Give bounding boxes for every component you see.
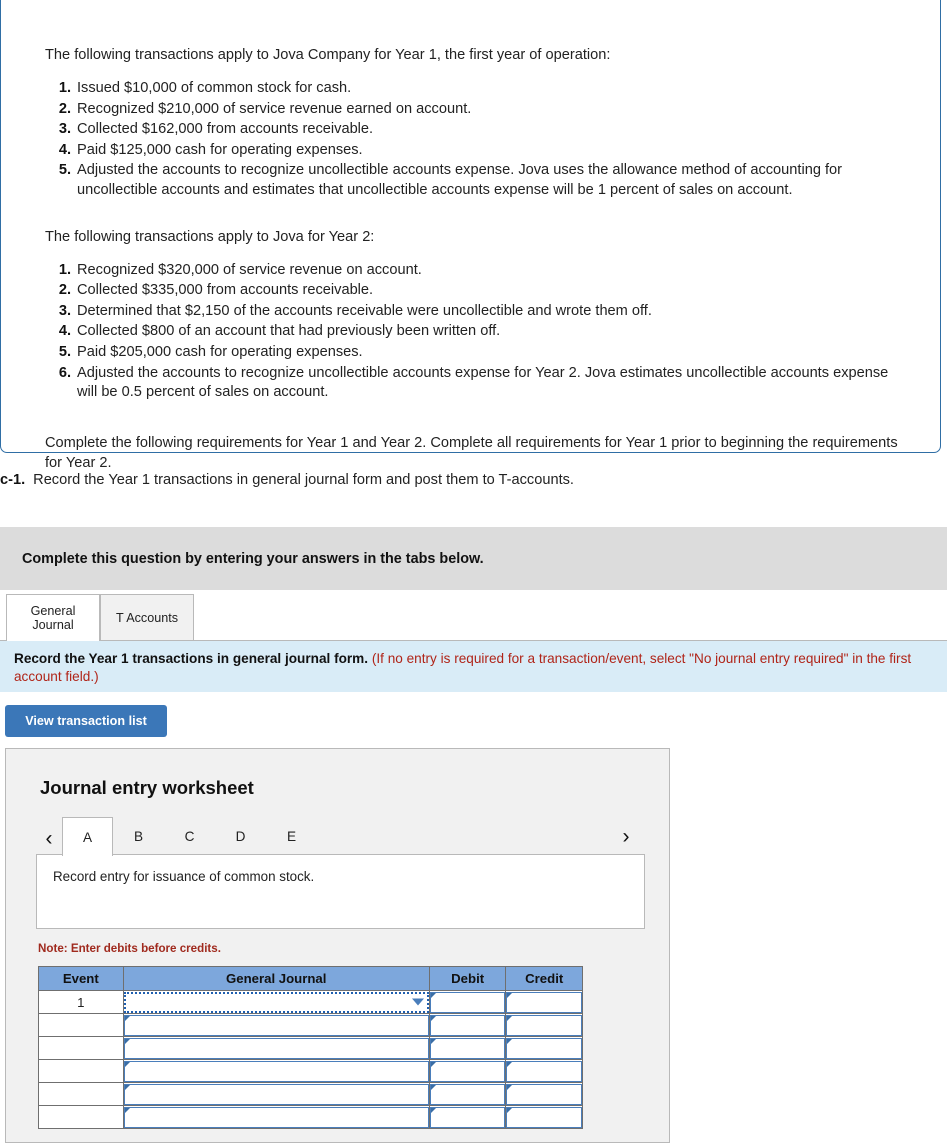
- closing-instructions: Complete the following requirements for …: [45, 434, 898, 471]
- requirement-label: c-1.: [0, 472, 26, 488]
- credit-cell[interactable]: [505, 1105, 583, 1129]
- year2-transaction-list: Recognized $320,000 of service revenue o…: [45, 261, 906, 403]
- year2-intro: The following transactions apply to Jova…: [45, 228, 375, 245]
- answer-tab-bar: General Journal T Accounts: [0, 590, 947, 641]
- account-select-3[interactable]: [123, 1037, 429, 1059]
- table-row: [38, 1036, 583, 1060]
- worksheet-tab-b[interactable]: B: [113, 817, 164, 855]
- worksheet-tab-row: ‹ A B C D E ›: [36, 815, 645, 856]
- list-item: Recognized $210,000 of service revenue e…: [53, 100, 472, 119]
- event-cell: [38, 1059, 124, 1083]
- cut-off-top-line: [45, 1, 906, 23]
- table-header-row: Event General Journal Debit Credit: [38, 966, 583, 991]
- general-journal-cell[interactable]: [122, 1059, 430, 1083]
- general-journal-cell[interactable]: [122, 990, 430, 1014]
- general-journal-cell[interactable]: [122, 1082, 430, 1106]
- worksheet-title: Journal entry worksheet: [40, 777, 254, 798]
- credit-cell[interactable]: [505, 1013, 583, 1037]
- credit-input-3[interactable]: [506, 1037, 582, 1059]
- journal-entry-table: Event General Journal Debit Credit 1: [38, 966, 583, 1129]
- table-row: [38, 1059, 583, 1083]
- debit-cell[interactable]: [428, 1105, 507, 1129]
- list-item: Collected $162,000 from accounts receiva…: [53, 120, 374, 139]
- account-select-1[interactable]: [123, 991, 429, 1013]
- list-item: Determined that $2,150 of the accounts r…: [53, 302, 652, 321]
- gray-banner-text: Complete this question by entering your …: [22, 550, 484, 567]
- journal-entry-worksheet-panel: Journal entry worksheet ‹ A B C D E › Re…: [5, 748, 670, 1143]
- list-item: Issued $10,000 of common stock for cash.: [53, 79, 352, 98]
- tab-t-accounts[interactable]: T Accounts: [100, 594, 194, 640]
- list-item: Recognized $320,000 of service revenue o…: [53, 261, 422, 280]
- account-select-4[interactable]: [123, 1060, 429, 1082]
- worksheet-tab-c[interactable]: C: [164, 817, 215, 855]
- list-item: Paid $205,000 cash for operating expense…: [53, 343, 363, 362]
- list-item: Collected $335,000 from accounts receiva…: [53, 281, 374, 300]
- event-cell: [38, 1105, 124, 1129]
- credit-input-1[interactable]: [506, 991, 582, 1013]
- account-select-5[interactable]: [123, 1083, 429, 1105]
- requirement-line: c-1. Record the Year 1 transactions in ge…: [0, 472, 947, 488]
- tab-general-journal-label: General Journal: [30, 604, 76, 632]
- event-cell: 1: [38, 990, 124, 1014]
- gray-instruction-banner: Complete this question by entering your …: [0, 527, 947, 590]
- year1-intro: The following transactions apply to Jova…: [45, 47, 611, 63]
- worksheet-tab-e[interactable]: E: [266, 817, 317, 855]
- blue-instruction-strip: Record the Year 1 transactions in genera…: [0, 641, 947, 692]
- list-item: Adjusted the accounts to recognize uncol…: [53, 364, 889, 401]
- worksheet-entry-description: Record entry for issuance of common stoc…: [36, 854, 645, 929]
- event-cell: [38, 1082, 124, 1106]
- worksheet-tab-a[interactable]: A: [62, 817, 113, 856]
- column-header-credit: Credit: [505, 966, 583, 991]
- list-item: Collected $800 of an account that had pr…: [53, 322, 501, 341]
- column-header-debit: Debit: [428, 966, 507, 991]
- debit-input-2[interactable]: [429, 1014, 506, 1036]
- requirement-text: Record the Year 1 transactions in genera…: [33, 472, 574, 488]
- column-header-general-journal: General Journal: [122, 966, 430, 991]
- account-select-6[interactable]: [123, 1106, 429, 1128]
- year1-transaction-list: Issued $10,000 of common stock for cash.…: [45, 79, 906, 201]
- table-row: [38, 1013, 583, 1037]
- table-row: [38, 1105, 583, 1129]
- debit-input-1[interactable]: [429, 991, 506, 1013]
- general-journal-cell[interactable]: [122, 1105, 430, 1129]
- debit-input-3[interactable]: [429, 1037, 506, 1059]
- general-journal-cell[interactable]: [122, 1036, 430, 1060]
- event-cell: [38, 1036, 124, 1060]
- table-row: 1: [38, 990, 583, 1014]
- list-item: Paid $125,000 cash for operating expense…: [53, 141, 363, 160]
- list-item: Adjusted the accounts to recognize uncol…: [53, 161, 843, 198]
- general-journal-cell[interactable]: [122, 1013, 430, 1037]
- credit-input-6[interactable]: [506, 1106, 582, 1128]
- blue-strip-bold-text: Record the Year 1 transactions in genera…: [14, 651, 369, 666]
- debit-input-6[interactable]: [429, 1106, 506, 1128]
- account-select-2[interactable]: [123, 1014, 429, 1036]
- credit-cell[interactable]: [505, 1082, 583, 1106]
- problem-statement-card: The following transactions apply to Jova…: [0, 0, 941, 471]
- debits-before-credits-note: Note: Enter debits before credits.: [38, 942, 221, 955]
- debit-cell[interactable]: [428, 1036, 507, 1060]
- credit-input-2[interactable]: [506, 1014, 582, 1036]
- credit-cell[interactable]: [505, 990, 583, 1014]
- chevron-down-icon[interactable]: [411, 998, 424, 1006]
- debit-cell[interactable]: [428, 990, 507, 1014]
- view-transaction-list-button[interactable]: View transaction list: [5, 705, 167, 737]
- chevron-left-icon[interactable]: ‹: [36, 821, 62, 855]
- credit-cell[interactable]: [505, 1036, 583, 1060]
- credit-input-4[interactable]: [506, 1060, 582, 1082]
- debit-cell[interactable]: [428, 1082, 507, 1106]
- debit-input-5[interactable]: [429, 1083, 506, 1105]
- credit-input-5[interactable]: [506, 1083, 582, 1105]
- credit-cell[interactable]: [505, 1059, 583, 1083]
- chevron-right-icon[interactable]: ›: [613, 819, 639, 853]
- debit-cell[interactable]: [428, 1059, 507, 1083]
- debit-input-4[interactable]: [429, 1060, 506, 1082]
- event-cell: [38, 1013, 124, 1037]
- tab-general-journal[interactable]: General Journal: [6, 594, 100, 641]
- question-page: The following transactions apply to Jova…: [0, 0, 947, 1143]
- column-header-event: Event: [38, 966, 124, 991]
- debit-cell[interactable]: [428, 1013, 507, 1037]
- table-row: [38, 1082, 583, 1106]
- tab-t-accounts-label: T Accounts: [115, 610, 179, 625]
- worksheet-tab-d[interactable]: D: [215, 817, 266, 855]
